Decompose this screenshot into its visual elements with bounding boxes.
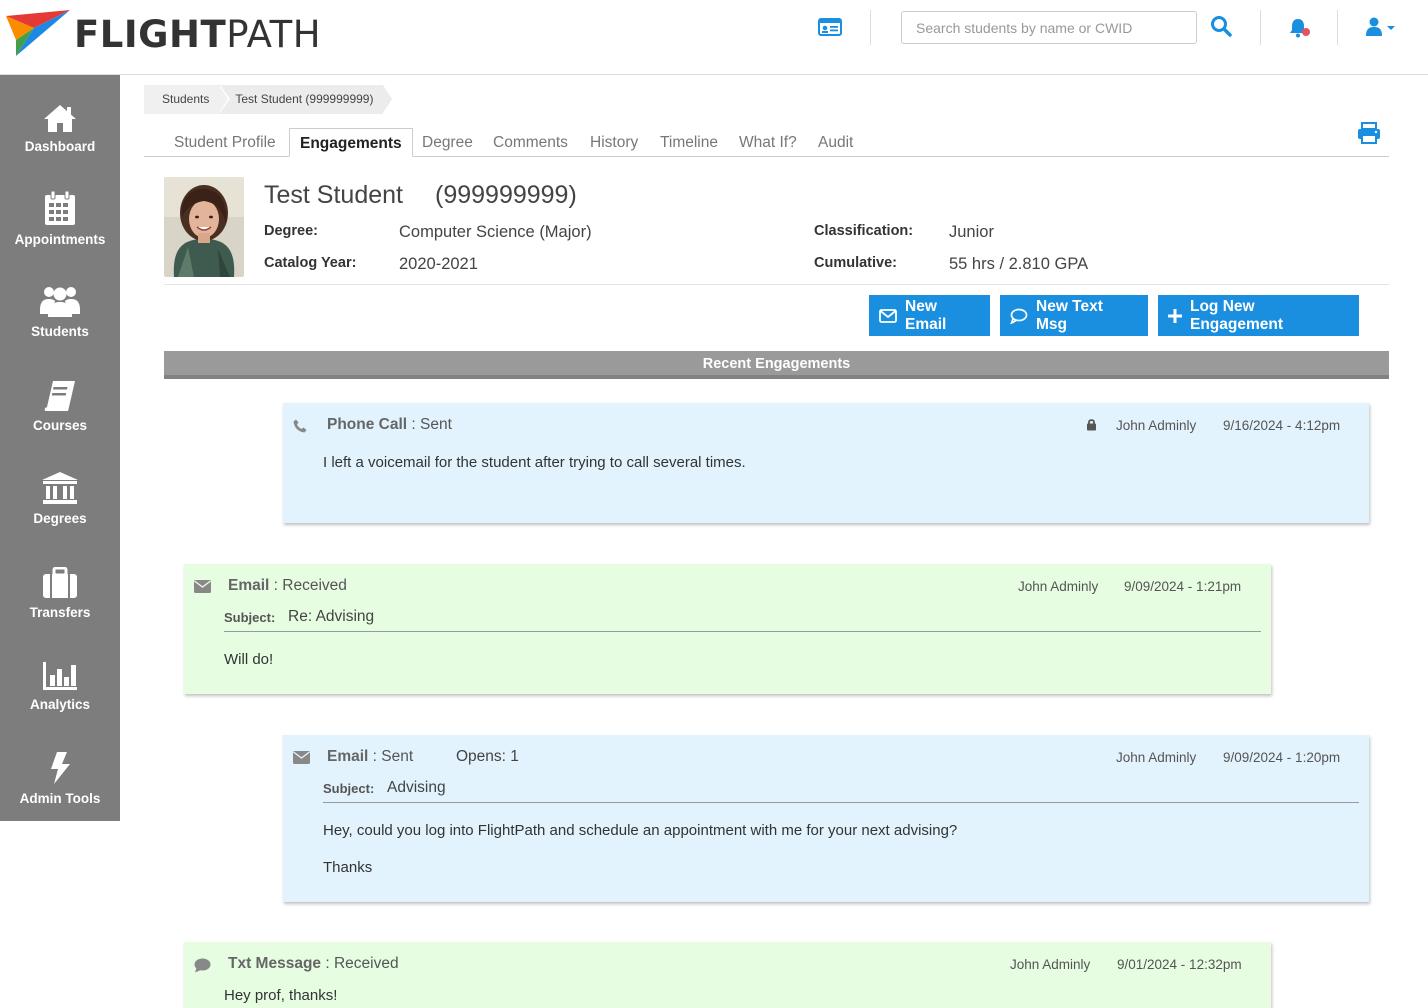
logo-plane-icon: [6, 10, 70, 56]
tab-history[interactable]: History: [590, 128, 638, 157]
subject-divider: [224, 631, 1261, 632]
engagement-body: Hey, could you log into FlightPath and s…: [323, 822, 958, 839]
header-divider: [1337, 10, 1338, 45]
id-card-icon[interactable]: [818, 18, 842, 41]
engagement-type: Phone Call : Sent: [327, 416, 452, 433]
breadcrumb-item-current-student[interactable]: Test Student (999999999): [219, 85, 393, 114]
catalog-year-label: Catalog Year:: [264, 255, 357, 271]
engagement-type: Email : Received: [228, 577, 347, 594]
comment-icon: [194, 958, 211, 978]
student-name: Test Student: [264, 181, 403, 209]
engagement-date: 9/09/2024 - 1:20pm: [1223, 750, 1341, 765]
print-icon[interactable]: [1357, 122, 1381, 149]
engagement-author: John Adminly: [1116, 418, 1197, 433]
engagement-author: John Adminly: [1010, 957, 1091, 972]
engagement-date: 9/16/2024 - 4:12pm: [1223, 418, 1341, 433]
engagement-body-closing: Thanks: [323, 859, 373, 876]
engagement-type: Txt Message : Received: [228, 955, 399, 972]
subject-value: Re: Advising: [288, 608, 375, 625]
lock-icon: [1086, 418, 1097, 436]
user-menu-icon[interactable]: [1365, 17, 1395, 42]
bar-chart-icon: [0, 653, 120, 691]
phone-icon: [293, 419, 307, 438]
sidebar-item-courses[interactable]: Courses: [0, 374, 120, 433]
envelope-icon: [293, 751, 310, 769]
email-opens-count: Opens: 1: [456, 748, 519, 765]
header-divider: [870, 10, 871, 45]
suitcase-icon: [0, 561, 120, 599]
tab-audit[interactable]: Audit: [818, 128, 853, 157]
tab-engagements[interactable]: Engagements: [289, 128, 413, 157]
bell-icon[interactable]: [1289, 17, 1313, 44]
comment-icon: [1010, 308, 1028, 324]
classification-label: Classification:: [814, 223, 914, 239]
tab-timeline[interactable]: Timeline: [660, 128, 718, 157]
info-divider: [164, 284, 1389, 285]
flightpath-logo[interactable]: FLIGHTPATH: [6, 10, 321, 58]
engagement-card-phone-call[interactable]: Phone Call : Sent John Adminly 9/16/2024…: [283, 403, 1369, 523]
engagement-body: Hey prof, thanks!: [224, 987, 338, 1004]
sidebar-item-degrees[interactable]: Degrees: [0, 467, 120, 526]
university-icon: [0, 467, 120, 505]
engagement-body: I left a voicemail for the student after…: [323, 454, 746, 471]
student-tabs: Student Profile Engagements Degree Comme…: [144, 128, 1389, 157]
sidebar-item-admin-tools[interactable]: Admin Tools: [0, 747, 120, 806]
engagement-card-email-sent[interactable]: Email : Sent Opens: 1 John Adminly 9/09/…: [283, 735, 1369, 902]
catalog-year-value: 2020-2021: [399, 255, 478, 273]
student-search-input[interactable]: [901, 11, 1197, 44]
engagement-date: 9/09/2024 - 1:21pm: [1124, 579, 1242, 594]
calendar-icon: [0, 188, 120, 226]
engagement-body: Will do!: [224, 651, 274, 668]
book-icon: [0, 374, 120, 412]
logo-text: FLIGHTPATH: [74, 12, 322, 56]
student-cwid: (999999999): [435, 181, 577, 209]
tab-degree[interactable]: Degree: [422, 128, 473, 157]
breadcrumb-item-students[interactable]: Students: [144, 85, 231, 114]
engagement-card-email-received[interactable]: Email : Received John Adminly 9/09/2024 …: [184, 564, 1271, 694]
cumulative-value: 55 hrs / 2.810 GPA: [949, 255, 1089, 273]
subject-divider: [323, 802, 1359, 803]
degree-value: Computer Science (Major): [399, 223, 592, 241]
breadcrumb: Students Test Student (999999999): [144, 85, 393, 114]
classification-value: Junior: [949, 223, 994, 241]
envelope-icon: [194, 580, 211, 598]
header-divider: [1260, 10, 1261, 45]
plus-icon: [1168, 308, 1182, 323]
sidebar-item-dashboard[interactable]: Dashboard: [0, 95, 120, 154]
student-photo: [164, 177, 244, 277]
engagement-card-txt-message[interactable]: Txt Message : Received John Adminly 9/01…: [184, 942, 1271, 1008]
sidebar-nav: Dashboard Appointments Students Courses …: [0, 75, 120, 821]
tab-what-if[interactable]: What If?: [739, 128, 797, 157]
new-text-msg-button[interactable]: New Text Msg: [1000, 295, 1148, 336]
tab-student-profile[interactable]: Student Profile: [174, 128, 276, 157]
subject-label: Subject:: [224, 610, 276, 625]
subject-label: Subject:: [323, 781, 375, 796]
engagement-date: 9/01/2024 - 12:32pm: [1117, 957, 1242, 972]
envelope-icon: [879, 308, 897, 323]
sidebar-item-transfers[interactable]: Transfers: [0, 561, 120, 620]
engagement-type: Email : Sent: [327, 748, 414, 765]
degree-label: Degree:: [264, 223, 318, 239]
recent-engagements-header: Recent Engagements: [164, 351, 1389, 379]
log-new-engagement-button[interactable]: Log New Engagement: [1158, 295, 1359, 336]
users-icon: [0, 280, 120, 318]
engagement-author: John Adminly: [1018, 579, 1099, 594]
top-header: FLIGHTPATH: [0, 0, 1428, 75]
sidebar-item-students[interactable]: Students: [0, 280, 120, 339]
search-icon[interactable]: [1210, 15, 1232, 42]
cumulative-label: Cumulative:: [814, 255, 897, 271]
sidebar-item-appointments[interactable]: Appointments: [0, 188, 120, 247]
subject-value: Advising: [387, 779, 446, 796]
tab-comments[interactable]: Comments: [493, 128, 568, 157]
sidebar-item-analytics[interactable]: Analytics: [0, 653, 120, 712]
home-icon: [0, 95, 120, 133]
engagement-author: John Adminly: [1116, 750, 1197, 765]
new-email-button[interactable]: New Email: [869, 295, 990, 336]
bolt-icon: [0, 747, 120, 785]
